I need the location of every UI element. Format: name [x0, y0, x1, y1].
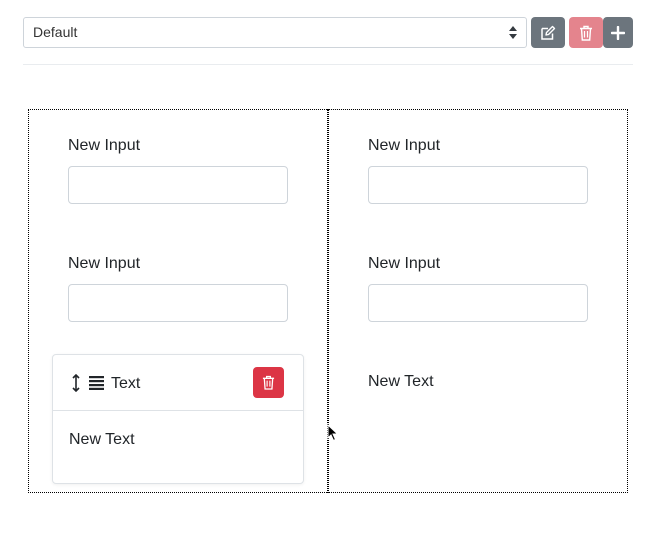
text-input[interactable]	[368, 284, 588, 322]
card-header[interactable]: Text	[53, 355, 303, 411]
field-label: New Input	[368, 137, 441, 154]
drag-handle-icon[interactable]	[72, 374, 80, 392]
card-title: Text	[111, 375, 141, 392]
mouse-cursor-icon	[327, 424, 339, 442]
field-label: New Input	[368, 255, 441, 272]
text-block: New Text	[368, 373, 434, 390]
text-lines-icon	[89, 376, 104, 390]
field-label: New Input	[68, 137, 141, 154]
field-label: New Input	[68, 255, 141, 272]
plus-icon	[611, 25, 625, 40]
form-select-value: Default	[33, 24, 78, 40]
text-element-card[interactable]: Text New Text	[52, 354, 304, 484]
select-caret-icon	[509, 26, 517, 39]
text-input[interactable]	[68, 166, 288, 204]
text-input[interactable]	[368, 166, 588, 204]
divider	[23, 64, 633, 65]
trash-icon	[262, 375, 275, 390]
trash-icon	[580, 25, 592, 41]
delete-form-button[interactable]	[569, 17, 603, 48]
toolbar: Default	[23, 17, 633, 48]
edit-button[interactable]	[531, 17, 565, 48]
delete-element-button[interactable]	[253, 367, 284, 398]
form-select[interactable]: Default	[23, 17, 527, 48]
text-input[interactable]	[68, 284, 288, 322]
card-body-text: New Text	[69, 431, 135, 448]
edit-icon	[541, 25, 556, 40]
add-form-button[interactable]	[603, 17, 633, 48]
